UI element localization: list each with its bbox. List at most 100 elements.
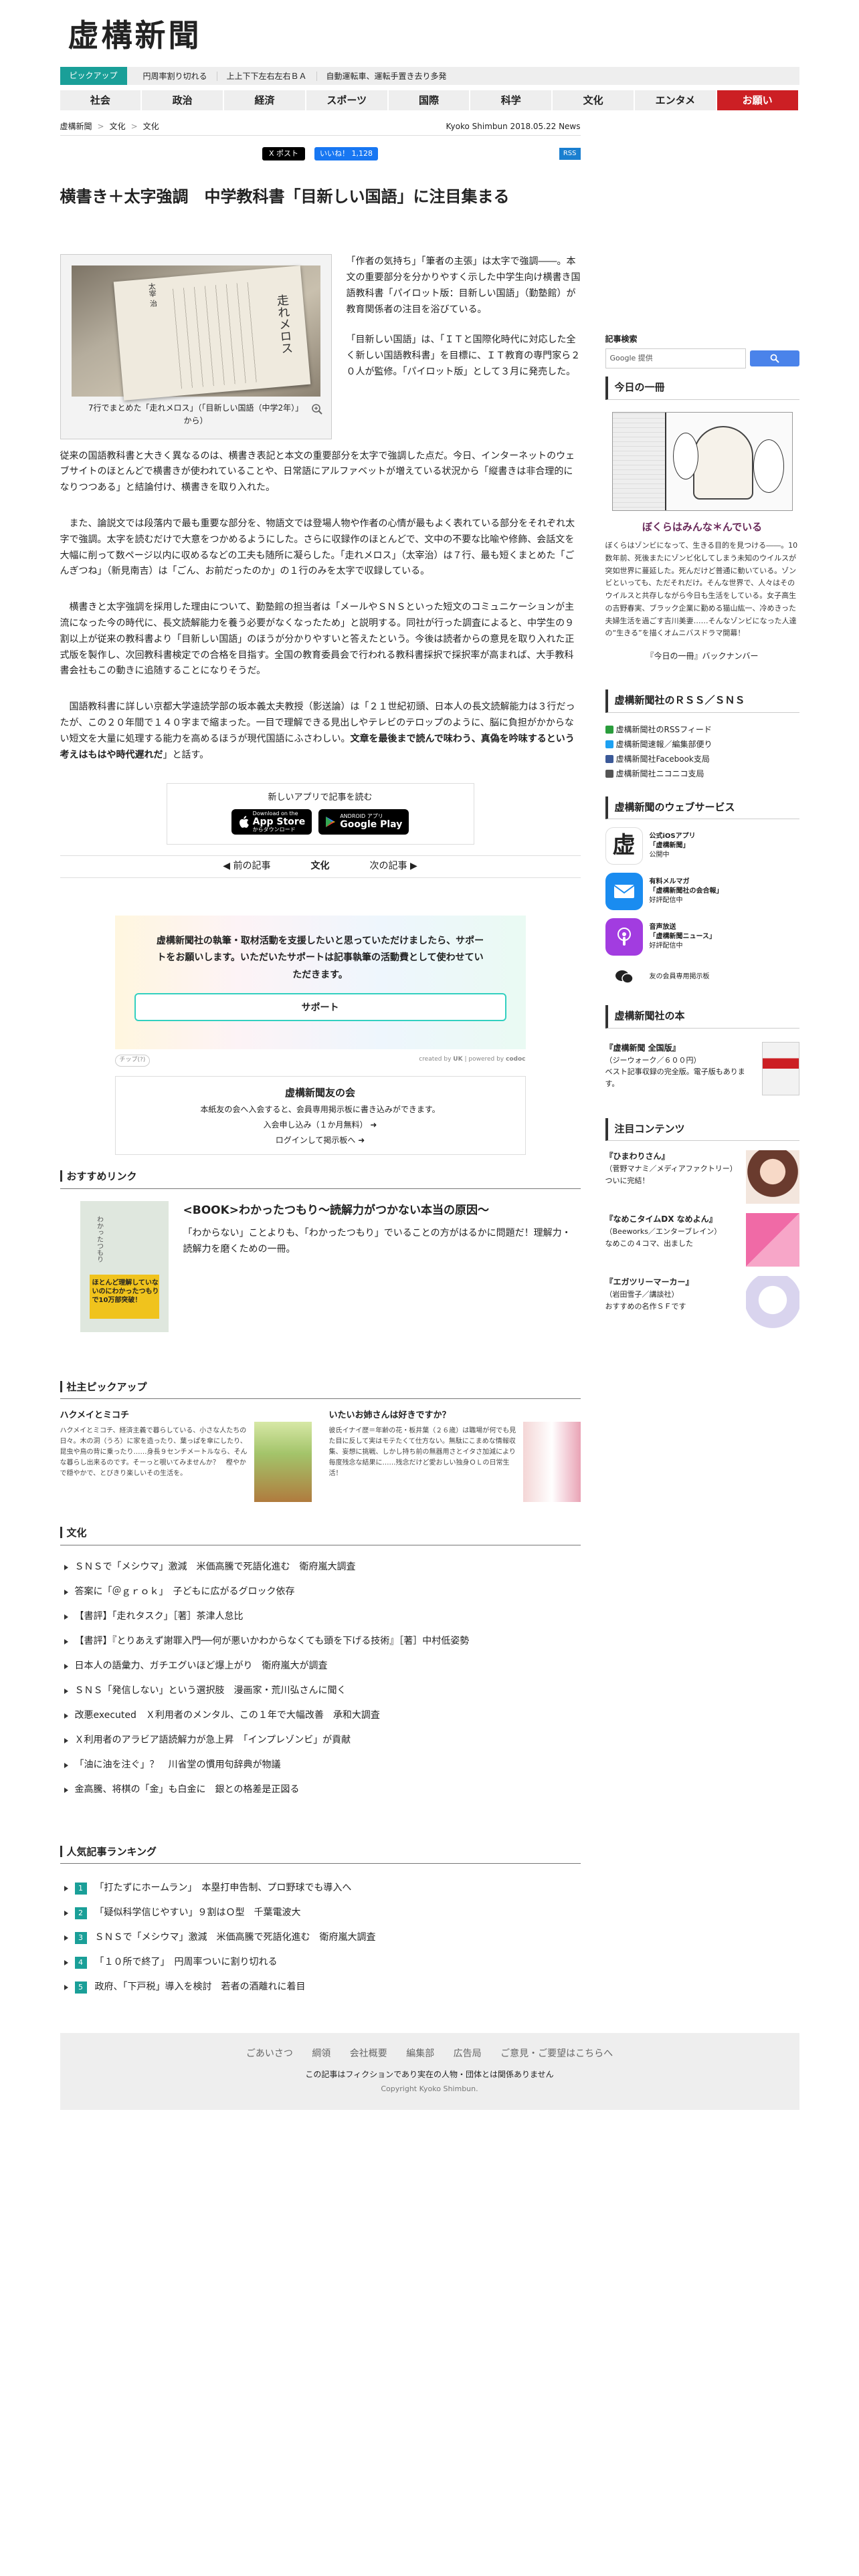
- x-post-button[interactable]: X ポスト: [262, 147, 306, 160]
- join-link[interactable]: 入会申し込み（１か月無料）: [264, 1120, 368, 1130]
- nav-international[interactable]: 国際: [389, 90, 471, 110]
- main-column: 虚構新聞 > 文化 > 文化 Kyoko Shimbun 2018.05.22 News…: [60, 120, 581, 2000]
- rss-link-label: 虚構新聞社のRSSフィード: [615, 724, 712, 734]
- rank-number: 1: [74, 1882, 87, 1895]
- footer-link[interactable]: 綱領: [312, 2048, 330, 2059]
- search-button[interactable]: [749, 350, 799, 367]
- recommend-title[interactable]: <BOOK>わかったつもり〜読解力がつかない本当の原因〜: [183, 1204, 490, 1217]
- app-promo: 新しいアプリで記事を読む Download on the App Store からダ…: [166, 783, 474, 845]
- attention-thumb: [745, 1213, 799, 1267]
- nav-politics[interactable]: 政治: [142, 90, 225, 110]
- nav-entertainment[interactable]: エンタメ: [635, 90, 717, 110]
- pickup-link[interactable]: 上上下下左右左右ＢＡ: [217, 71, 317, 81]
- pickup-item[interactable]: ハクメイとミコチ ハクメイとミコチ、経済主義で暮らしている、小さな人たちの日々。…: [60, 1408, 312, 1503]
- prev-label: 前の記事: [233, 861, 271, 872]
- service-status: 公開中: [649, 851, 670, 859]
- footer-link[interactable]: 会社概要: [350, 2048, 387, 2059]
- culture-section: 文化 ＳＮＳで「メシウマ」激減 米価高騰で死語化進む 衛府嵐大調査 答案に「＠ｇ…: [60, 1525, 581, 1802]
- list-item[interactable]: 【書評】『とりあえず謝罪入門──何が悪いかわからなくても頭を下げる技術』［著］中…: [60, 1629, 581, 1654]
- ranking-item[interactable]: 3 ＳＮＳで「メシウマ」激減 米価高騰で死語化進む 衛府嵐大調査: [60, 1925, 581, 1950]
- pickup-link[interactable]: 円周率割り切れる: [134, 71, 217, 81]
- list-item[interactable]: 日本人の語彙力、ガチエグいほど爆上がり 衛府嵐大が調査: [60, 1654, 581, 1679]
- attention-item[interactable]: 『エガツリーマーカー』 （岩田雪子／講談社） おすすめの名作ＳＦです: [605, 1276, 799, 1330]
- list-item[interactable]: ＳＮＳ「発信しない」という選択肢 漫画家・荒川弘さんに聞く: [60, 1679, 581, 1703]
- attention-desc: おすすめの名作ＳＦです: [605, 1301, 686, 1311]
- nav-science[interactable]: 科学: [470, 90, 553, 110]
- ranking-item[interactable]: 5 政府、「下戸税」導入を検討 若者の酒離れに着目: [60, 1975, 581, 2000]
- members-title: 虚構新聞友の会: [284, 1086, 355, 1099]
- book-of-day-title[interactable]: ぼくらはみんな＊んでいる: [605, 519, 799, 536]
- next-article-link[interactable]: 次の記事 ▶: [370, 859, 417, 875]
- pickup-tag: ピックアップ: [60, 67, 127, 85]
- book-cover-title: わかったつもり: [95, 1215, 103, 1263]
- service-item[interactable]: 音声放送 「虚構新聞ニュース」 好評配信中: [605, 918, 799, 956]
- facebook-like-button[interactable]: いいね！ 1,128: [314, 147, 379, 160]
- attention-item[interactable]: 『なめこタイムDX なめよん』 （Beeworks／エンターブレイン） なめこの４コ…: [605, 1213, 799, 1267]
- list-item[interactable]: 【書評】「走れタスク」［著］茶津人怠比: [60, 1604, 581, 1629]
- site-footer: ごあいさつ 綱領 会社概要 編集部 広告局 ご意見・ご要望はこちらへ この記事は…: [60, 2033, 799, 2111]
- footer-link[interactable]: ご意見・ご要望はこちらへ: [500, 2048, 613, 2059]
- service-name: 「虚構新聞」: [649, 842, 690, 850]
- book-of-day-image[interactable]: [611, 411, 793, 511]
- powered-by-name: codoc: [506, 1056, 526, 1063]
- footer-link[interactable]: 編集部: [406, 2048, 434, 2059]
- nav-economy[interactable]: 経済: [224, 90, 306, 110]
- rss-button[interactable]: RSS: [559, 148, 581, 160]
- service-status: 好評配信中: [649, 942, 683, 950]
- list-item[interactable]: Ｘ利用者のアラビア語読解力が急上昇 「インプレゾンビ」が貢献: [60, 1728, 581, 1753]
- culture-heading: 文化: [60, 1525, 581, 1545]
- facebook-link-label: 虚構新聞社Facebook支局: [615, 754, 710, 764]
- book-ad[interactable]: 『虚構新聞 全国版』 （ジーウォーク／６００円） ベスト記事収録の完全版。電子版もあ…: [605, 1041, 799, 1095]
- x-link-label: 虚構新聞速報／編集部便り: [615, 739, 712, 749]
- gplay-label: Google Play: [340, 819, 403, 831]
- support-button[interactable]: サポート: [134, 992, 506, 1021]
- nav-request[interactable]: お願い: [717, 90, 799, 110]
- list-item[interactable]: 答案に「＠ｇｒｏｋ」 子どもに広がるグロック依存: [60, 1580, 581, 1604]
- x-link[interactable]: 虚構新聞速報／編集部便り: [605, 737, 799, 752]
- service-name: 友の会員専用掲示板: [649, 973, 710, 981]
- footer-link[interactable]: 広告局: [454, 2048, 482, 2059]
- podcast-icon: [605, 918, 643, 956]
- nav-culture[interactable]: 文化: [553, 90, 635, 110]
- ranking-item[interactable]: 4 「１０所で終了」 円周率ついに割り切れる: [60, 1950, 581, 1975]
- breadcrumb-home[interactable]: 虚構新聞: [60, 122, 92, 131]
- app-store-button[interactable]: Download on the App Store からダウンロード: [231, 809, 312, 835]
- recommend-book-cover[interactable]: わかったつもり ほとんど理解していないのにわかったつもりで10万部突破！: [80, 1200, 169, 1332]
- search-icon: [770, 354, 779, 364]
- search-input[interactable]: Google 提供: [605, 348, 746, 369]
- nav-society[interactable]: 社会: [60, 90, 142, 110]
- pickup-item[interactable]: いたいお姉さんは好きですか？ 彼氏イナイ歴＝年齢の花・板井葉（２６歳）は職場が何…: [329, 1408, 581, 1503]
- copyright: Copyright Kyoko Shimbun.: [381, 2084, 478, 2093]
- service-item[interactable]: 虚 公式iOSアプリ 「虚構新聞」 公開中: [605, 827, 799, 865]
- login-link[interactable]: ログインして掲示板へ: [276, 1136, 356, 1145]
- list-item[interactable]: 「油に油を注ぐ」？ 川省堂の慣用句辞典が物議: [60, 1753, 581, 1778]
- zoom-icon[interactable]: [311, 403, 323, 415]
- tip-help[interactable]: チップ(?): [114, 1055, 151, 1067]
- list-item[interactable]: 金高騰、将棋の「金」も白金に 銀との格差是正図る: [60, 1778, 581, 1802]
- prev-article-link[interactable]: ◀ 前の記事: [223, 859, 270, 875]
- nav-sports[interactable]: スポーツ: [306, 90, 389, 110]
- breadcrumb-category[interactable]: 文化: [110, 122, 126, 131]
- niconico-link[interactable]: 虚構新聞社ニコニコ支局: [605, 766, 799, 781]
- site-logo[interactable]: 虚構新聞: [60, 0, 799, 67]
- ranking-item[interactable]: 2 「疑似科学信じやすい」９割はＯ型 千葉電波大: [60, 1901, 581, 1925]
- rss-link[interactable]: 虚構新聞社のRSSフィード: [605, 722, 799, 737]
- facebook-link[interactable]: 虚構新聞社Facebook支局: [605, 752, 799, 766]
- attention-sub: （Beeworks／エンターブレイン）: [605, 1227, 722, 1237]
- ranking-item-label: 政府、「下戸税」導入を検討 若者の酒離れに着目: [94, 1981, 306, 1993]
- article-title: 横書き＋太字強調 中学教科書「目新しい国語」に注目集まる: [60, 187, 510, 206]
- ranking-item-label: ＳＮＳで「メシウマ」激減 米価高騰で死語化進む 衛府嵐大調査: [94, 1932, 376, 1943]
- backnumber-link[interactable]: 『今日の一冊』バックナンバー: [605, 649, 799, 663]
- google-play-button[interactable]: ANDROID アプリ Google Play: [318, 809, 409, 835]
- ranking-item[interactable]: 1 「打たずにホームラン」 本塁打申告制、プロ野球でも導入へ: [60, 1876, 581, 1901]
- attention-sub: （岩田雪子／講談社）: [605, 1290, 679, 1299]
- article-figure[interactable]: 走れメロス 太宰 治 7行でまとめた「走れメロス」（「目新しい国語（中学2年）」…: [60, 254, 332, 439]
- attention-sub: （菅野マナミ／メディアファクトリー）: [605, 1164, 737, 1174]
- list-item[interactable]: ＳＮＳで「メシウマ」激減 米価高騰で死語化進む 衛府嵐大調査: [60, 1555, 581, 1580]
- list-item[interactable]: 改悪executed Ｘ利用者のメンタル、この１年で大幅改善 承和大調査: [60, 1703, 581, 1728]
- service-item[interactable]: 有料メルマガ 「虚構新聞社の会合報」 好評配信中: [605, 873, 799, 911]
- attention-item[interactable]: 『ひまわりさん』 （菅野マナミ／メディアファクトリー） ついに完結！: [605, 1150, 799, 1204]
- footer-link[interactable]: ごあいさつ: [246, 2048, 293, 2059]
- pickup-link[interactable]: 自動運転車、運転手置き去り多発: [317, 72, 456, 81]
- service-item[interactable]: 友の会員専用掲示板: [605, 964, 799, 991]
